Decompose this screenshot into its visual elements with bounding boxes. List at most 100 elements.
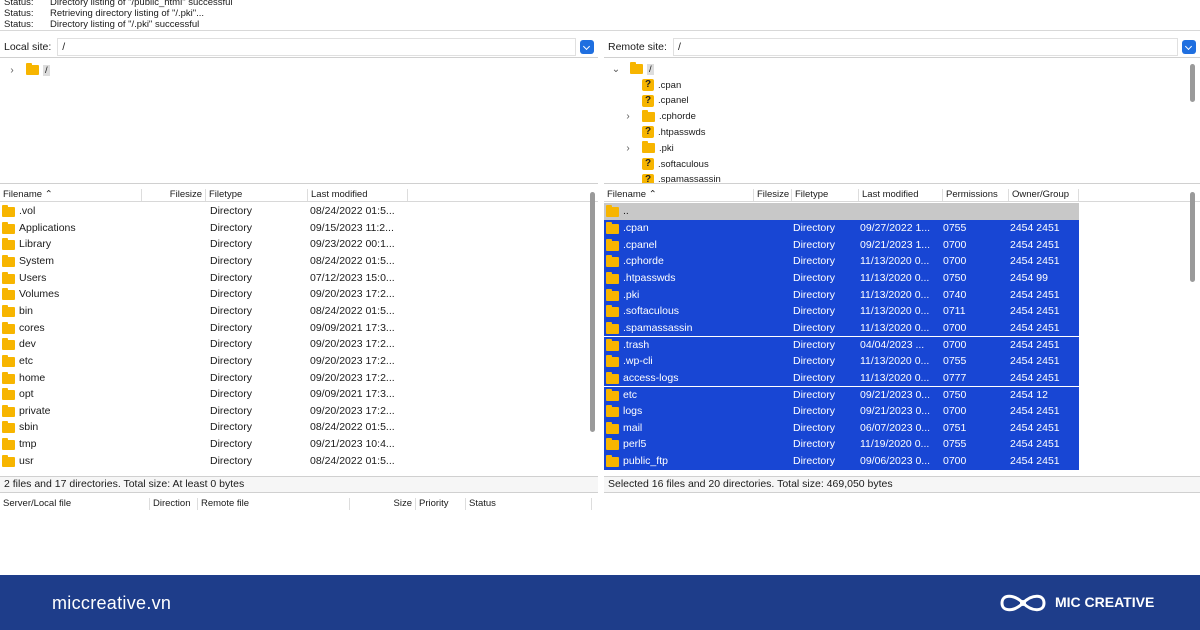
- file-modified: 09/21/2023 1...: [860, 238, 931, 251]
- file-name: Volumes: [19, 288, 60, 301]
- file-type: Directory: [793, 222, 836, 234]
- file-row[interactable]: bin Directory 08/24/2022 01:5...: [0, 303, 586, 320]
- col-filetype[interactable]: Filetype: [206, 189, 308, 201]
- file-row[interactable]: perl5 Directory 11/19/2020 0... 0755 2454 24…: [604, 436, 1079, 454]
- parent-dir-row[interactable]: ..: [604, 203, 1079, 220]
- col-remote-file[interactable]: Remote file: [198, 498, 350, 510]
- tree-label: /: [647, 63, 654, 75]
- col-filesize[interactable]: Filesize: [142, 189, 206, 201]
- file-row[interactable]: etc Directory 09/20/2023 17:2...: [0, 353, 586, 370]
- folder-icon: [2, 238, 15, 251]
- tree-item[interactable]: ? .htpasswds: [622, 124, 706, 140]
- file-row[interactable]: tmp Directory 09/21/2023 10:4...: [0, 436, 586, 453]
- file-name: etc: [19, 354, 34, 367]
- file-row[interactable]: public_ftp Directory 09/06/2023 0... 0700 24…: [604, 453, 1079, 470]
- file-row[interactable]: private Directory 09/20/2023 17:2...: [0, 403, 586, 420]
- chevron-down-icon[interactable]: [580, 39, 594, 54]
- col-filename[interactable]: Filename ⌃: [604, 189, 754, 201]
- col-server-file[interactable]: Server/Local file: [0, 498, 150, 510]
- file-row[interactable]: .softaculous Directory 11/13/2020 0... 0711…: [604, 303, 1079, 320]
- file-row[interactable]: logs Directory 09/21/2023 0... 0700 2454 245…: [604, 403, 1079, 420]
- local-path-input[interactable]: /: [57, 37, 576, 56]
- tree-scrollbar[interactable]: [1190, 64, 1195, 102]
- file-type: Directory: [210, 205, 253, 217]
- parent-dir-label: ..: [623, 205, 629, 217]
- expand-arrow-icon[interactable]: ›: [6, 65, 18, 76]
- file-row[interactable]: etc Directory 09/21/2023 0... 0750 2454 12: [604, 386, 1079, 404]
- file-row[interactable]: .vol Directory 08/24/2022 01:5...: [0, 203, 586, 220]
- log-row: Status: Directory listing of "/public_htm…: [4, 0, 233, 8]
- col-owner[interactable]: Owner/Group: [1009, 189, 1079, 201]
- file-row[interactable]: .trash Directory 04/04/2023 ... 0700 2454 24…: [604, 336, 1079, 354]
- file-type: Directory: [210, 254, 253, 267]
- chevron-down-icon[interactable]: ⌄: [610, 64, 622, 75]
- col-priority[interactable]: Priority: [416, 498, 466, 510]
- file-name: sbin: [19, 421, 39, 434]
- file-row[interactable]: Users Directory 07/12/2023 15:0...: [0, 270, 586, 287]
- col-modified[interactable]: Last modified: [308, 189, 408, 201]
- file-row[interactable]: System Directory 08/24/2022 01:5...: [0, 253, 586, 270]
- file-row[interactable]: .cphorde Directory 11/13/2020 0... 0700 2454…: [604, 253, 1079, 270]
- expand-arrow-icon[interactable]: ›: [622, 143, 634, 154]
- list-scrollbar[interactable]: [1190, 192, 1195, 282]
- file-row[interactable]: cores Directory 09/09/2021 17:3...: [0, 320, 586, 337]
- expand-arrow-icon[interactable]: ›: [622, 111, 634, 122]
- unknown-folder-icon: ?: [642, 126, 654, 139]
- file-owner: 2454 2451: [1010, 405, 1060, 418]
- file-row[interactable]: usr Directory 08/24/2022 01:5...: [0, 453, 586, 470]
- col-direction[interactable]: Direction: [150, 498, 198, 510]
- file-permissions: 0755: [943, 438, 967, 451]
- file-row[interactable]: access-logs Directory 11/13/2020 0... 0777 2…: [604, 369, 1079, 387]
- file-modified: 09/27/2022 1...: [860, 222, 931, 234]
- file-modified: 08/24/2022 01:5...: [310, 304, 395, 317]
- file-owner: 2454 2451: [1010, 421, 1060, 434]
- chevron-down-icon[interactable]: [1182, 39, 1196, 54]
- folder-icon: [606, 271, 619, 284]
- file-row[interactable]: sbin Directory 08/24/2022 01:5...: [0, 419, 586, 436]
- tree-item[interactable]: ? .cpan: [622, 77, 681, 93]
- file-row[interactable]: .cpanel Directory 09/21/2023 1... 0700 2454 …: [604, 236, 1079, 254]
- col-status[interactable]: Status: [466, 498, 592, 510]
- log-row: Status: Retrieving directory listing of "…: [4, 8, 204, 19]
- file-row[interactable]: Applications Directory 09/15/2023 11:2...: [0, 220, 586, 237]
- tree-item[interactable]: › .pki: [622, 140, 674, 156]
- file-type: Directory: [210, 404, 253, 417]
- col-filesize[interactable]: Filesize: [754, 189, 792, 201]
- footer-url[interactable]: miccreative.vn: [52, 593, 171, 614]
- col-size[interactable]: Size: [350, 498, 416, 510]
- col-filetype[interactable]: Filetype: [792, 189, 859, 201]
- file-name: dev: [19, 338, 36, 351]
- list-scrollbar[interactable]: [590, 192, 595, 432]
- tree-item[interactable]: › .cphorde: [622, 109, 696, 125]
- tree-item[interactable]: ? .softaculous: [622, 156, 709, 172]
- local-tree-root[interactable]: › /: [6, 62, 50, 78]
- col-filename[interactable]: Filename ⌃: [0, 189, 142, 201]
- file-modified: 08/24/2022 01:5...: [310, 421, 395, 434]
- folder-icon: [606, 421, 619, 434]
- file-row[interactable]: dev Directory 09/20/2023 17:2...: [0, 336, 586, 353]
- file-row[interactable]: opt Directory 09/09/2021 17:3...: [0, 386, 586, 403]
- file-modified: 04/04/2023 ...: [860, 338, 925, 351]
- file-owner: 2454 2451: [1010, 305, 1060, 318]
- file-modified: 11/13/2020 0...: [860, 255, 930, 268]
- col-permissions[interactable]: Permissions: [943, 189, 1009, 201]
- file-modified: 11/13/2020 0...: [860, 288, 930, 301]
- file-row[interactable]: Volumes Directory 09/20/2023 17:2...: [0, 286, 586, 303]
- remote-tree-root[interactable]: ⌄ /: [610, 61, 654, 77]
- file-row[interactable]: .wp-cli Directory 11/13/2020 0... 0755 2454 …: [604, 353, 1079, 370]
- file-row[interactable]: .htpasswds Directory 11/13/2020 0... 0750 24…: [604, 269, 1079, 287]
- file-owner: 2454 2451: [1010, 438, 1060, 451]
- file-row[interactable]: .spamassassin Directory 11/13/2020 0... 070…: [604, 319, 1079, 337]
- tree-item[interactable]: ? .cpanel: [622, 93, 689, 109]
- file-name: Library: [19, 238, 52, 251]
- file-row[interactable]: Library Directory 09/23/2022 00:1...: [0, 236, 586, 253]
- remote-path-input[interactable]: /: [672, 37, 1178, 56]
- tree-item[interactable]: ? .spamassassin: [622, 172, 721, 183]
- file-permissions: 0700: [943, 405, 967, 418]
- file-row[interactable]: .pki Directory 11/13/2020 0... 0740 2454 245…: [604, 286, 1079, 304]
- file-row[interactable]: mail Directory 06/07/2023 0... 0751 2454 245…: [604, 419, 1079, 437]
- file-row[interactable]: .cpan Directory 09/27/2022 1... 0755 2454 24…: [604, 220, 1079, 237]
- file-modified: 09/23/2022 00:1...: [310, 238, 395, 251]
- file-row[interactable]: home Directory 09/20/2023 17:2...: [0, 370, 586, 387]
- col-modified[interactable]: Last modified: [859, 189, 943, 201]
